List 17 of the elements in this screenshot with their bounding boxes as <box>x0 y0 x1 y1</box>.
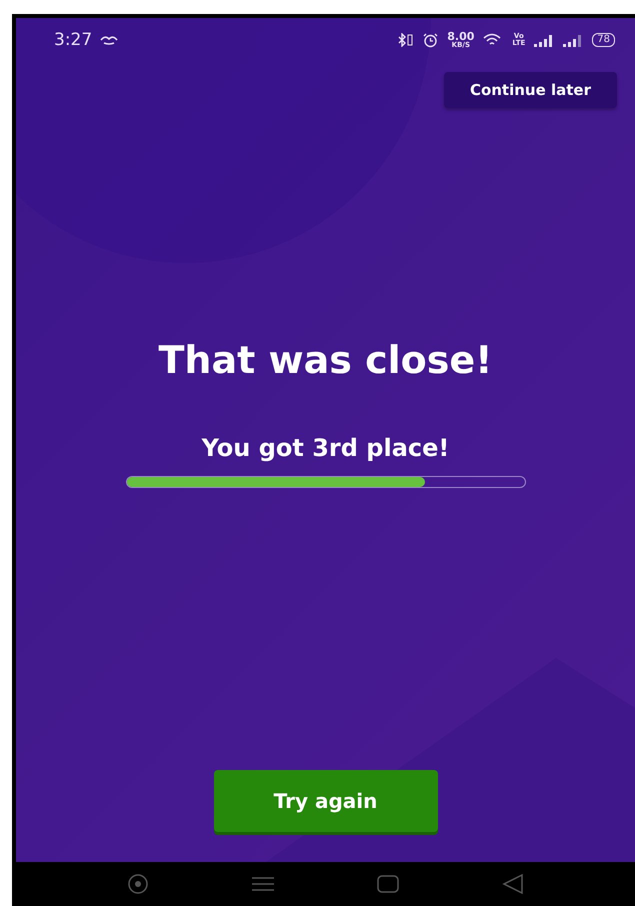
home-icon[interactable] <box>376 875 399 893</box>
placement-text: You got 3rd place! <box>200 434 450 462</box>
signal-icon <box>534 34 554 46</box>
status-time: 3:27 <box>54 30 92 50</box>
back-icon[interactable] <box>502 874 524 894</box>
wifi-icon <box>483 33 504 47</box>
notification-icon <box>100 34 118 46</box>
menu-icon[interactable] <box>252 876 274 892</box>
try-again-button[interactable]: Try again <box>214 770 438 832</box>
battery-level: 78 <box>592 33 615 47</box>
signal-icon <box>563 34 584 46</box>
assistant-icon[interactable] <box>127 873 150 895</box>
alarm-icon <box>423 32 438 48</box>
network-speed: 8.00 <box>447 31 474 42</box>
bluetooth-icon <box>398 33 414 47</box>
result-title: That was close! <box>158 338 494 382</box>
continue-later-button[interactable]: Continue later <box>444 72 617 108</box>
